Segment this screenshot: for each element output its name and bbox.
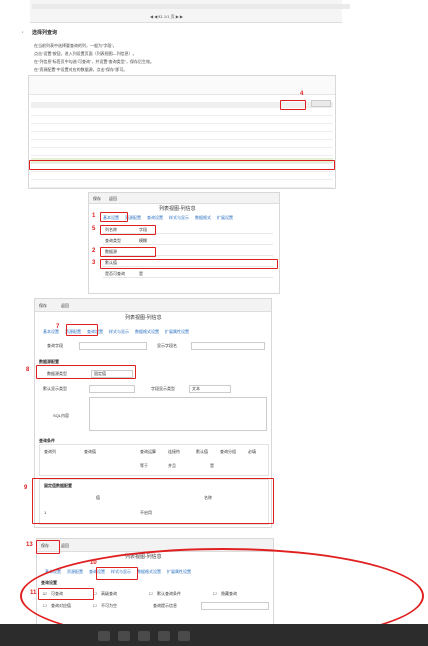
pager-bar (32, 4, 350, 9)
step-line: 在“列信息”标签页中勾选“可查询”，并设置“查询类型”，保存后生效。 (34, 59, 154, 64)
grid-cell[interactable]: 等于 (140, 463, 148, 468)
grid-cell[interactable]: 是 (210, 463, 214, 468)
annotation-box (280, 100, 306, 110)
field2-value: 文本 (192, 386, 200, 391)
annotation-box (100, 247, 156, 257)
config-header: 数据源配置 (39, 359, 59, 364)
query-field-input[interactable] (79, 342, 147, 350)
back-button[interactable]: 返回 (61, 543, 69, 548)
form-row: 查询类型 模糊 (103, 236, 273, 245)
content-textarea[interactable] (89, 397, 267, 431)
section-title: 选择列查询 (32, 30, 58, 36)
back-button[interactable]: 返回 (61, 303, 69, 308)
tab-style[interactable]: 样式与显示 (109, 329, 129, 335)
annotation-number: 3 (92, 260, 96, 266)
annotation-box (100, 212, 128, 222)
section-bullet: · (22, 30, 24, 36)
form-row: 是否可查询 是 (103, 269, 273, 278)
annotation-box (36, 540, 60, 554)
save-button[interactable]: 保存 (93, 196, 101, 201)
tab-format[interactable]: 数据格式设置 (135, 329, 159, 335)
list-toolbar (29, 76, 335, 95)
annotation-number: 2 (92, 248, 96, 254)
annotation-box (66, 324, 98, 336)
display-field-label: 显示字段名 (157, 343, 177, 348)
grid-header: 查询分组 (220, 449, 236, 454)
query-field-label: 查询字段 (47, 343, 63, 348)
step-line: 在“资源配置”中设置对应的数据源，点击“保存”即可。 (34, 67, 128, 72)
panel-tabs: 基本设置 资源配置 查询设置 样式与显示 数据格式设置 扩展属性设置 (43, 329, 189, 335)
back-button[interactable]: 返回 (109, 196, 117, 201)
form-title: 列表视图-列信息 (159, 206, 196, 212)
query-grid: 查询列 查询值 查询运算 连接符 默认值 查询分组 必填 等于 并且 是 (39, 444, 269, 476)
display-field-input[interactable] (191, 342, 265, 350)
annotation-number: 1 (92, 213, 96, 219)
annotation-number: 4 (300, 91, 304, 97)
step-line: 在当前列表中选择要查询的列，一般为“字段”。 (34, 43, 117, 48)
grid-header: 默认值 (196, 449, 208, 454)
grid-cell[interactable]: 并且 (168, 463, 176, 468)
tab-style[interactable]: 样式与显示 (169, 215, 189, 221)
field-value[interactable]: 模糊 (139, 238, 147, 243)
grid-header: 查询运算 (140, 449, 156, 454)
taskbar-app-icon[interactable] (98, 631, 110, 641)
field1-select[interactable] (89, 385, 135, 393)
annotation-box (100, 259, 278, 269)
field1-label: 默认显示类型 (43, 386, 67, 391)
step-line: 点击“设置”按钮，进入列设置页面（列表视图—列信息）。 (34, 51, 137, 56)
taskbar (0, 624, 428, 646)
annotation-number: 13 (26, 542, 33, 548)
settings-button[interactable] (311, 100, 331, 107)
annotation-number: 5 (92, 226, 96, 232)
taskbar-app-icon[interactable] (118, 631, 130, 641)
field-label: 查询类型 (105, 238, 121, 243)
query-header: 查询条件 (39, 438, 55, 443)
field-value[interactable]: 是 (139, 271, 143, 276)
content-label: SQL内容 (53, 413, 70, 418)
panel-title: 列表视图-列信息 (125, 315, 162, 321)
taskbar-app-icon[interactable] (138, 631, 150, 641)
tab-query[interactable]: 查询设置 (147, 215, 163, 221)
toolbar-1: 保存 返回 (89, 193, 279, 204)
tab-ext[interactable]: 扩展属性设置 (165, 329, 189, 335)
annotation-box (100, 225, 156, 235)
field2-select[interactable]: 文本 (189, 385, 231, 393)
annotation-number: 7 (56, 324, 60, 330)
annotation-number: 8 (26, 367, 30, 373)
taskbar-app-icon[interactable] (158, 631, 170, 641)
annotation-box (29, 160, 335, 170)
list-view-screenshot (28, 75, 336, 189)
annotation-box (36, 365, 136, 379)
list-grid (31, 102, 333, 188)
grid-header: 连接符 (168, 449, 180, 454)
grid-header: 查询列 (44, 449, 56, 454)
pager-text[interactable]: ◀ ◀ €1 1/1 页 ▶ ▶ (150, 14, 183, 19)
annotation-number: 9 (24, 485, 28, 491)
grid-header: 查询值 (84, 449, 96, 454)
tab-format[interactable]: 数据格式 (195, 215, 211, 221)
taskbar-app-icon[interactable] (178, 631, 190, 641)
toolbar-2: 保存 返回 (35, 299, 271, 312)
tab-ext[interactable]: 扩展设置 (217, 215, 233, 221)
save-button[interactable]: 保存 (39, 303, 47, 308)
field-label: 是否可查询 (105, 271, 125, 276)
field2-label: 字段显示类型 (151, 386, 175, 391)
annotation-box (32, 478, 274, 524)
pager-strip: ◀ ◀ €1 1/1 页 ▶ ▶ (30, 0, 350, 23)
column-info-screenshot: 保存 返回 列表视图-列信息 基本设置 资源配置 查询设置 样式与显示 数据格式… (88, 192, 280, 294)
grid-header: 必填 (248, 449, 256, 454)
section-steps: 在当前列表中选择要查询的列，一般为“字段”。 点击“设置”按钮，进入列设置页面（… (34, 43, 344, 72)
